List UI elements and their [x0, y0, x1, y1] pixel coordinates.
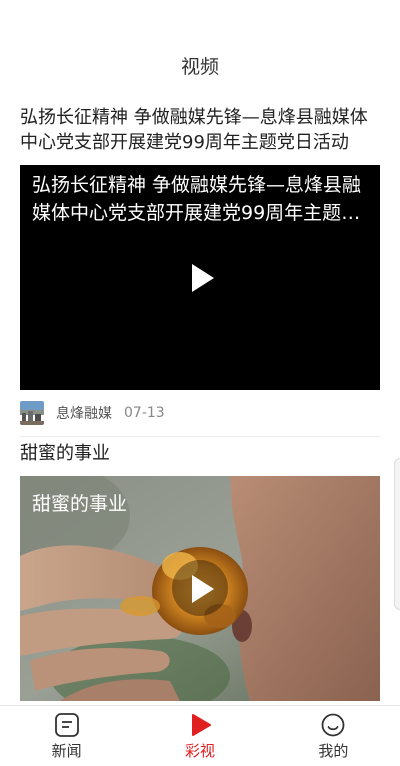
profile-smile-icon	[321, 713, 345, 737]
tab-label: 彩视	[184, 742, 215, 760]
news-icon	[54, 713, 79, 737]
play-icon[interactable]	[172, 250, 228, 306]
side-scroll-handle[interactable]	[394, 458, 400, 610]
tab-video[interactable]: 彩视	[133, 706, 266, 766]
tab-news[interactable]: 新闻	[0, 706, 133, 766]
video-player[interactable]: 弘扬长征精神 争做融媒先锋—息烽县融媒体中心党支部开展建党99周年主题党日活动	[20, 165, 380, 390]
page-title: 视频	[180, 56, 219, 78]
tab-label: 新闻	[51, 742, 82, 760]
video-meta: 息烽融媒 07-13	[20, 390, 380, 437]
video-feed[interactable]: 弘扬长征精神 争做融媒先锋—息烽县融媒体中心党支部开展建党99周年主题党日活动 …	[0, 100, 400, 705]
play-icon[interactable]	[172, 561, 228, 617]
tab-profile[interactable]: 我的	[267, 706, 400, 766]
bottom-tab-bar: 新闻 彩视 我的	[0, 705, 400, 766]
source-name[interactable]: 息烽融媒	[56, 403, 112, 423]
video-title[interactable]: 弘扬长征精神 争做融媒先锋—息烽县融媒体中心党支部开展建党99周年主题党日活动	[20, 100, 380, 155]
tab-label: 我的	[318, 742, 349, 760]
video-player[interactable]: 甜蜜的事业	[20, 476, 380, 701]
video-card[interactable]: 弘扬长征精神 争做融媒先锋—息烽县融媒体中心党支部开展建党99周年主题党日活动 …	[20, 100, 380, 437]
video-title[interactable]: 甜蜜的事业	[20, 437, 380, 466]
video-overlay-title: 弘扬长征精神 争做融媒先锋—息烽县融媒体中心党支部开展建党99周年主题党日活动	[32, 174, 362, 224]
video-card[interactable]: 甜蜜的事业 甜蜜的事业	[20, 437, 380, 701]
video-play-icon	[191, 714, 211, 736]
publish-date: 07-13	[124, 405, 165, 421]
video-overlay-title: 甜蜜的事业	[32, 493, 128, 515]
page-header: 视频	[0, 0, 400, 100]
source-avatar[interactable]	[20, 401, 44, 425]
